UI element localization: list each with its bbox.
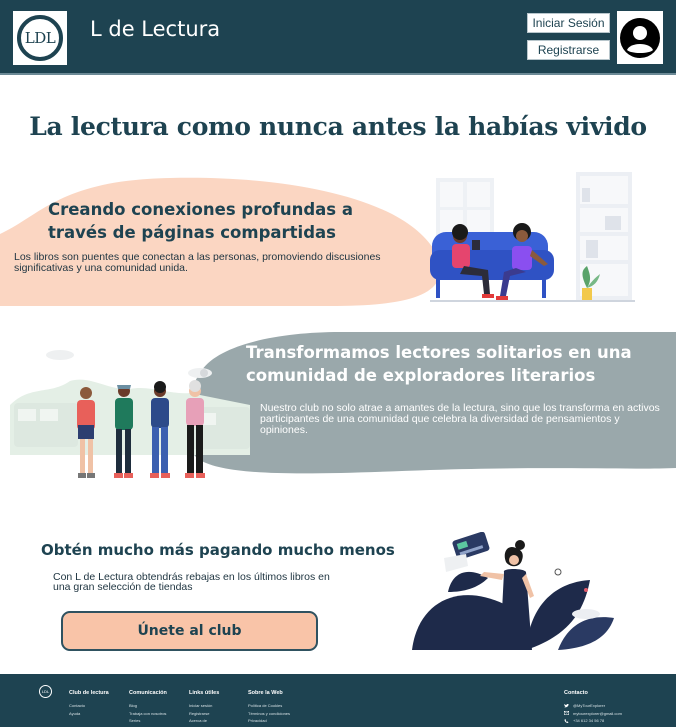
footer-link[interactable]: Iniciar sesión	[189, 702, 219, 710]
footer-contact-email[interactable]: mytourexplorer@gmail.com	[564, 710, 622, 718]
footer-contact-twitter[interactable]: @MyTourExplorer	[564, 702, 622, 710]
footer-column-web: Sobre la Web Política de Cookies Término…	[248, 690, 290, 725]
footer-column-club: Club de lectura Contacto Ayuda	[69, 690, 109, 717]
section3-text: Con L de Lectura obtendrás rebajas en lo…	[53, 571, 330, 593]
mail-icon	[564, 711, 569, 716]
login-button[interactable]: Iniciar Sesión	[527, 13, 610, 33]
footer-column-title: Club de lectura	[69, 690, 109, 696]
hero-title: La lectura como nunca antes la habías vi…	[29, 112, 647, 141]
footer-link[interactable]: Términos y condiciones	[248, 710, 290, 718]
footer-link[interactable]: Series	[129, 717, 167, 725]
readers-community-illustration	[10, 350, 250, 478]
footer-column-links: Links útiles Iniciar sesión Registrarse …	[189, 690, 219, 725]
register-button[interactable]: Registrarse	[527, 40, 610, 60]
phone-icon	[564, 718, 569, 723]
section1-title: Creando conexiones profundas a través de…	[48, 200, 354, 242]
footer-link[interactable]: Registrarse	[189, 710, 219, 718]
site-header: LDL L de Lectura Iniciar Sesión Registra…	[0, 0, 676, 75]
footer-column-comunicacion: Comunicación Blog Trabaja con nosotros S…	[129, 690, 167, 725]
footer-link[interactable]: Política de Cookies	[248, 702, 290, 710]
phone-number: +34 612 34 56 78	[573, 718, 605, 723]
footer-link[interactable]: Blog	[129, 702, 167, 710]
site-title: L de Lectura	[90, 17, 221, 41]
twitter-icon	[564, 703, 569, 708]
footer-link[interactable]: Ayuda	[69, 710, 109, 718]
logo-text: LDL	[17, 15, 63, 61]
footer-link[interactable]: Privacidad	[248, 717, 290, 725]
section2-title: Transformamos lectores solitarios en una…	[246, 343, 632, 385]
footer-contact-phone[interactable]: +34 612 34 56 78	[564, 717, 622, 725]
footer-column-title: Contacto	[564, 690, 588, 696]
footer-column-title: Sobre la Web	[248, 690, 283, 696]
email-address: mytourexplorer@gmail.com	[573, 710, 622, 716]
footer-link[interactable]: Acerca de	[189, 717, 219, 725]
user-avatar-button[interactable]	[617, 11, 663, 64]
twitter-handle: @MyTourExplorer	[573, 703, 606, 708]
footer-link[interactable]: Contacto	[69, 702, 109, 710]
footer-column-title: Links útiles	[189, 690, 220, 696]
section2-text: Nuestro club no solo atrae a amantes de …	[260, 402, 660, 436]
footer-link[interactable]: Trabaja con nosotros	[129, 710, 167, 718]
shopping-woman-illustration	[412, 532, 614, 650]
section1-text: Los libros son puentes que conectan a la…	[14, 251, 381, 274]
friends-reading-illustration	[430, 172, 635, 302]
user-icon	[620, 17, 660, 58]
logo[interactable]: LDL	[13, 11, 67, 65]
footer-column-contact: Contacto @MyTourExplorer mytourexplorer@…	[564, 690, 622, 725]
footer-column-title: Comunicación	[129, 690, 167, 696]
site-footer: LDL Club de lectura Contacto Ayuda Comun…	[0, 674, 676, 727]
footer-logo[interactable]: LDL	[39, 685, 52, 698]
join-club-button[interactable]: Únete al club	[61, 611, 318, 651]
section3-title: Obtén mucho más pagando mucho menos	[41, 541, 395, 559]
